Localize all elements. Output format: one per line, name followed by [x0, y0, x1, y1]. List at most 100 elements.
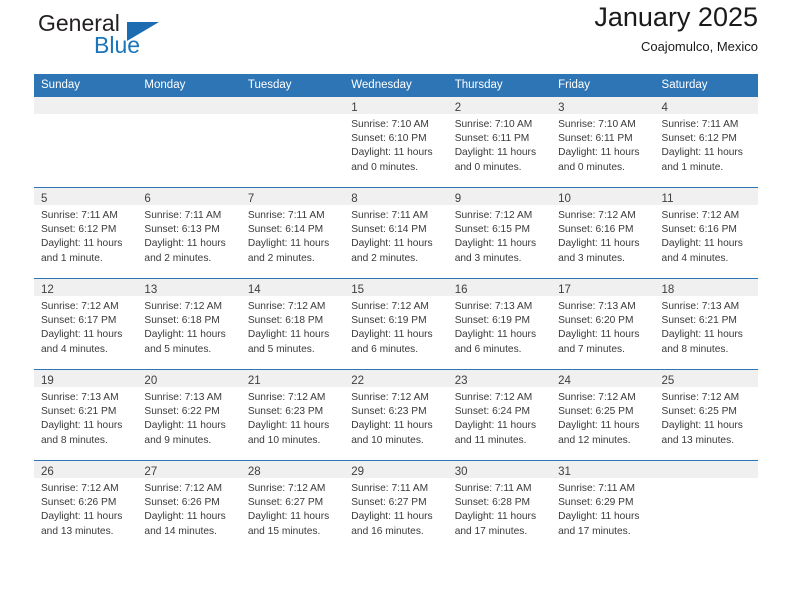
day-number: 7: [247, 193, 255, 205]
daylight-text-line1: Daylight: 11 hours: [247, 238, 330, 250]
calendar-day-cell[interactable]: 19 Sunrise: 7:13 AM Sunset: 6:21 PM Dayligh…: [34, 369, 138, 461]
calendar-day-cell[interactable]: 23 Sunrise: 7:12 AM Sunset: 6:24 PM Dayligh…: [447, 369, 552, 461]
calendar-week-row: 19 Sunrise: 7:13 AM Sunset: 6:21 PM Dayligh…: [34, 369, 758, 461]
calendar-week-row: 26 Sunrise: 7:12 AM Sunset: 6:26 PM Dayligh…: [34, 460, 758, 551]
day-number-band: 18: [654, 279, 758, 296]
calendar-day-cell[interactable]: 16 Sunrise: 7:13 AM Sunset: 6:19 PM Dayligh…: [447, 278, 552, 370]
sunrise-text: Sunrise: 7:12 AM: [558, 392, 636, 403]
day-number-band: 2: [447, 97, 552, 114]
daylight-text-line2: and 3 minutes.: [558, 252, 625, 264]
day-number-band: 6: [137, 188, 241, 205]
sunset-text: Sunset: 6:14 PM: [351, 224, 427, 236]
sunset-text: Sunset: 6:15 PM: [454, 224, 531, 236]
calendar-day-cell[interactable]: 5 Sunrise: 7:11 AM Sunset: 6:12 PM Daylight…: [34, 187, 138, 279]
calendar-day-cell[interactable]: 6 Sunrise: 7:11 AM Sunset: 6:13 PM Daylight…: [137, 187, 241, 279]
calendar-day-cell[interactable]: 24 Sunrise: 7:12 AM Sunset: 6:25 PM Dayligh…: [551, 369, 655, 461]
calendar-day-cell[interactable]: 20 Sunrise: 7:13 AM Sunset: 6:22 PM Dayligh…: [137, 369, 241, 461]
calendar-day-cell[interactable]: 3 Sunrise: 7:10 AM Sunset: 6:11 PM Daylight…: [551, 97, 655, 188]
day-cell-inner: 19 Sunrise: 7:13 AM Sunset: 6:21 PM Dayligh…: [34, 370, 138, 460]
daylight-text-line1: Daylight: 11 hours: [558, 329, 640, 341]
day-cell-details: Sunrise: 7:12 AM Sunset: 6:26 PM Daylight:…: [34, 478, 137, 539]
day-number-band: 12: [34, 279, 138, 296]
calendar-day-cell[interactable]: 9 Sunrise: 7:12 AM Sunset: 6:15 PM Daylight…: [447, 187, 552, 279]
page-subtitle: Coajomulco, Mexico: [640, 39, 758, 54]
day-number-band: 21: [240, 370, 345, 387]
calendar-day-cell[interactable]: 8 Sunrise: 7:11 AM Sunset: 6:14 PM Daylight…: [344, 187, 448, 279]
day-number: 15: [351, 284, 365, 296]
daylight-text-line1: Daylight: 11 hours: [351, 238, 433, 250]
calendar-day-cell[interactable]: 25 Sunrise: 7:12 AM Sunset: 6:25 PM Dayligh…: [654, 369, 758, 461]
day-number-band: 13: [137, 279, 241, 296]
calendar-body: 1 Sunrise: 7:10 AM Sunset: 6:10 PM Daylight…: [34, 97, 758, 551]
sunrise-text: Sunrise: 7:10 AM: [351, 119, 429, 130]
calendar-day-cell[interactable]: 28 Sunrise: 7:12 AM Sunset: 6:27 PM Dayligh…: [240, 460, 345, 551]
day-number: 22: [351, 375, 365, 387]
day-number-band: 11: [654, 188, 758, 205]
day-number: 8: [351, 193, 358, 205]
daylight-text-line1: Daylight: 11 hours: [351, 147, 433, 159]
calendar-day-cell[interactable]: 30 Sunrise: 7:11 AM Sunset: 6:28 PM Dayligh…: [447, 460, 552, 551]
day-number: 4: [661, 102, 668, 114]
day-number: 29: [351, 466, 365, 478]
day-cell-details: [241, 114, 344, 118]
day-cell-details: Sunrise: 7:11 AM Sunset: 6:13 PM Daylight:…: [137, 205, 240, 266]
day-cell-inner: [654, 461, 758, 551]
day-number-band: 22: [344, 370, 448, 387]
day-number-band: [34, 97, 138, 114]
calendar-day-cell[interactable]: 12 Sunrise: 7:12 AM Sunset: 6:17 PM Dayligh…: [34, 278, 138, 370]
day-number-band: 17: [551, 279, 655, 296]
calendar-day-cell[interactable]: 21 Sunrise: 7:12 AM Sunset: 6:23 PM Dayligh…: [240, 369, 345, 461]
day-number: 31: [558, 466, 571, 478]
calendar-day-cell[interactable]: 29 Sunrise: 7:11 AM Sunset: 6:27 PM Dayligh…: [344, 460, 448, 551]
calendar-day-cell[interactable]: 31 Sunrise: 7:11 AM Sunset: 6:29 PM Dayligh…: [551, 460, 655, 551]
daylight-text-line2: and 11 minutes.: [454, 434, 527, 446]
day-cell-inner: 9 Sunrise: 7:12 AM Sunset: 6:15 PM Daylight…: [447, 188, 552, 278]
daylight-text-line2: and 7 minutes.: [558, 343, 625, 355]
day-cell-inner: 4 Sunrise: 7:11 AM Sunset: 6:12 PM Daylight…: [654, 97, 758, 187]
day-cell-details: Sunrise: 7:10 AM Sunset: 6:10 PM Daylight:…: [344, 114, 447, 175]
daylight-text-line1: Daylight: 11 hours: [144, 238, 226, 250]
sunrise-text: Sunrise: 7:11 AM: [661, 119, 739, 130]
day-number: 27: [144, 466, 158, 478]
calendar-day-cell[interactable]: 27 Sunrise: 7:12 AM Sunset: 6:26 PM Dayligh…: [137, 460, 241, 551]
sunrise-text: Sunrise: 7:12 AM: [144, 483, 223, 494]
sunset-text: Sunset: 6:25 PM: [558, 406, 634, 418]
daylight-text-line1: Daylight: 11 hours: [558, 238, 640, 250]
day-cell-inner: 3 Sunrise: 7:10 AM Sunset: 6:11 PM Daylight…: [551, 97, 655, 187]
calendar-day-cell[interactable]: 7 Sunrise: 7:11 AM Sunset: 6:14 PM Daylight…: [240, 187, 345, 279]
day-number: 16: [454, 284, 468, 296]
calendar-day-cell[interactable]: 22 Sunrise: 7:12 AM Sunset: 6:23 PM Dayligh…: [344, 369, 448, 461]
sunrise-text: Sunrise: 7:12 AM: [247, 301, 326, 312]
daylight-text-line2: and 2 minutes.: [144, 252, 212, 264]
day-cell-inner: [137, 97, 241, 187]
day-cell-details: [34, 114, 137, 118]
sunset-text: Sunset: 6:12 PM: [41, 224, 117, 236]
day-number: 21: [247, 375, 261, 387]
calendar-day-cell[interactable]: 10 Sunrise: 7:12 AM Sunset: 6:16 PM Dayligh…: [551, 187, 655, 279]
sunset-text: Sunset: 6:19 PM: [454, 315, 531, 327]
calendar-day-cell[interactable]: 26 Sunrise: 7:12 AM Sunset: 6:26 PM Dayligh…: [34, 460, 138, 551]
calendar-day-cell[interactable]: 17 Sunrise: 7:13 AM Sunset: 6:20 PM Dayligh…: [551, 278, 655, 370]
day-number: 9: [454, 193, 462, 205]
calendar-day-cell[interactable]: 11 Sunrise: 7:12 AM Sunset: 6:16 PM Dayligh…: [654, 187, 758, 279]
calendar-day-cell[interactable]: 1 Sunrise: 7:10 AM Sunset: 6:10 PM Daylight…: [344, 97, 448, 188]
day-cell-details: Sunrise: 7:12 AM Sunset: 6:26 PM Daylight:…: [137, 478, 240, 539]
calendar-day-cell[interactable]: 2 Sunrise: 7:10 AM Sunset: 6:11 PM Daylight…: [447, 97, 552, 188]
calendar-day-cell[interactable]: 13 Sunrise: 7:12 AM Sunset: 6:18 PM Dayligh…: [137, 278, 241, 370]
sunset-text: Sunset: 6:18 PM: [247, 315, 324, 327]
day-cell-inner: 12 Sunrise: 7:12 AM Sunset: 6:17 PM Dayligh…: [34, 279, 138, 369]
day-cell-details: Sunrise: 7:12 AM Sunset: 6:18 PM Daylight:…: [137, 296, 240, 357]
calendar-day-cell[interactable]: 15 Sunrise: 7:12 AM Sunset: 6:19 PM Dayligh…: [344, 278, 448, 370]
calendar-day-cell[interactable]: 14 Sunrise: 7:12 AM Sunset: 6:18 PM Dayligh…: [240, 278, 345, 370]
calendar-day-cell[interactable]: 18 Sunrise: 7:13 AM Sunset: 6:21 PM Dayligh…: [654, 278, 758, 370]
sunrise-text: Sunrise: 7:12 AM: [247, 392, 326, 403]
sunrise-text: Sunrise: 7:11 AM: [351, 210, 429, 221]
daylight-text-line1: Daylight: 11 hours: [247, 420, 330, 432]
calendar-day-cell[interactable]: 4 Sunrise: 7:11 AM Sunset: 6:12 PM Daylight…: [654, 97, 758, 188]
day-number-band: 9: [447, 188, 552, 205]
day-cell-inner: 6 Sunrise: 7:11 AM Sunset: 6:13 PM Daylight…: [137, 188, 241, 278]
day-cell-inner: 1 Sunrise: 7:10 AM Sunset: 6:10 PM Daylight…: [344, 97, 448, 187]
day-number: 30: [454, 466, 468, 478]
day-number-band: 29: [344, 461, 448, 478]
sunset-text: Sunset: 6:16 PM: [558, 224, 634, 236]
